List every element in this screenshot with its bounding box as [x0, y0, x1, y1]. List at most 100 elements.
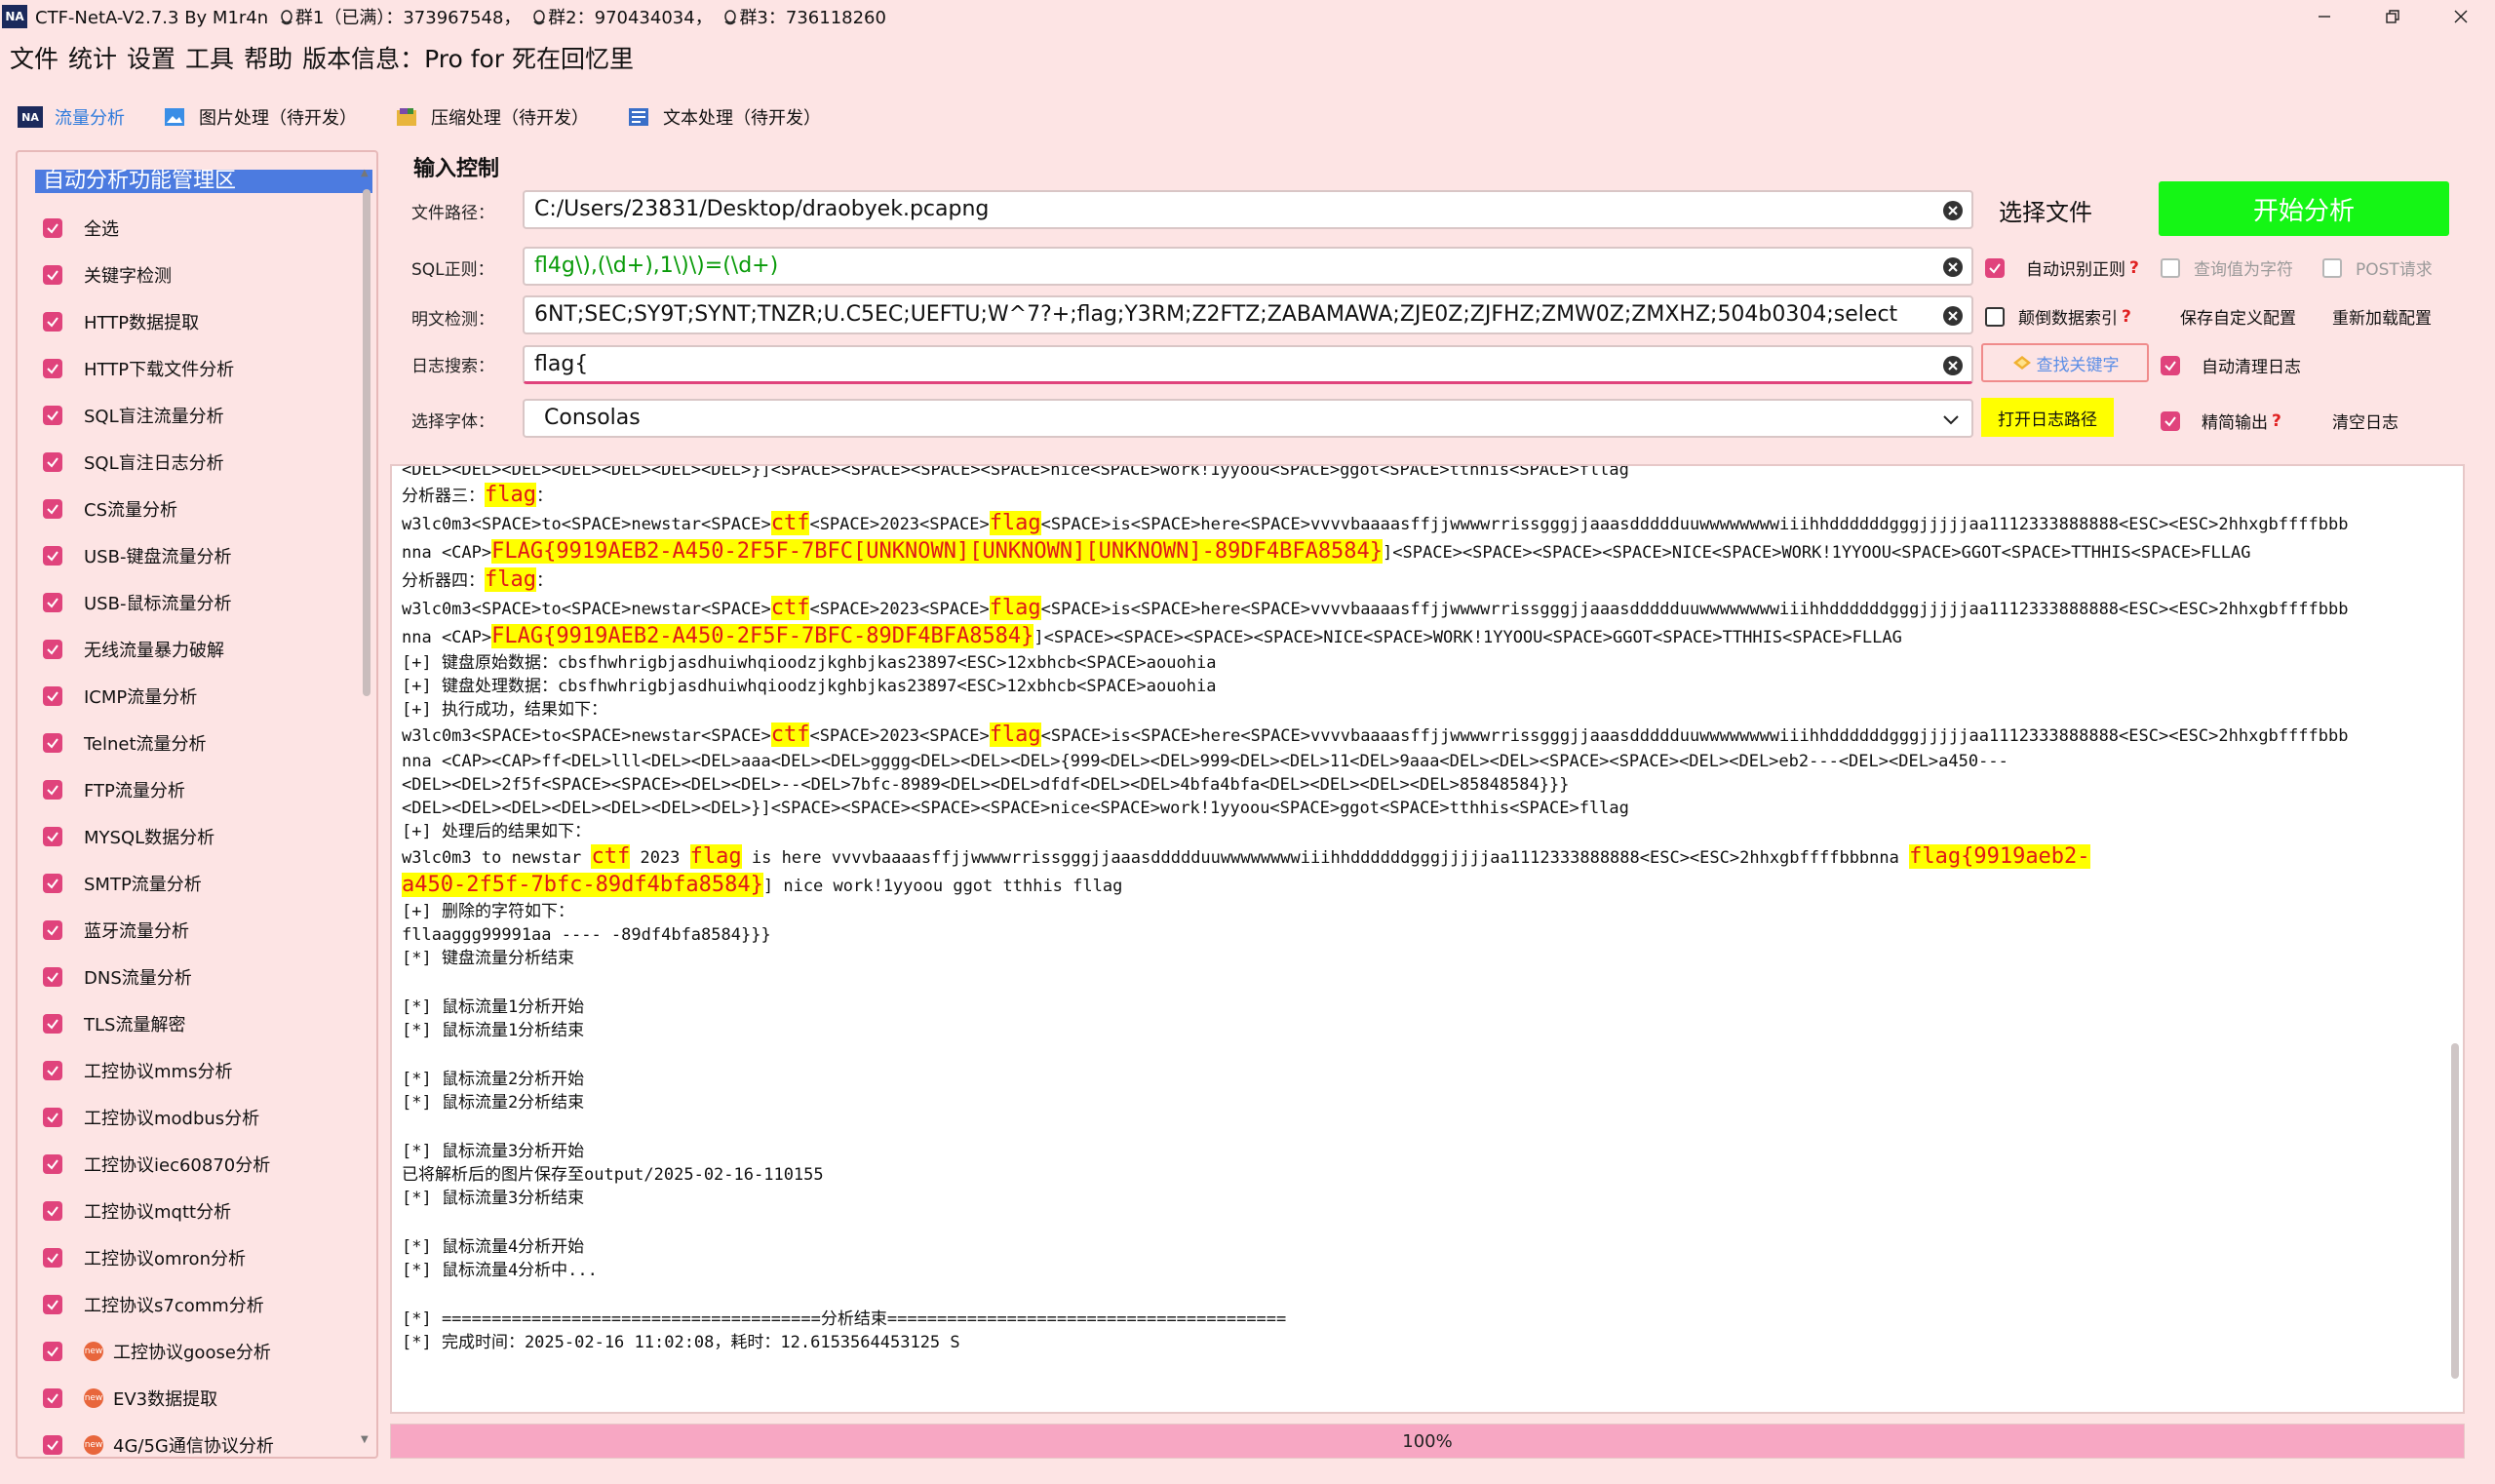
- checkbox-checked[interactable]: [43, 967, 62, 987]
- clear-icon[interactable]: [1942, 355, 1964, 376]
- sql-regex-input[interactable]: fl4g\),(\d+),1\)\)=(\d+): [523, 247, 1973, 286]
- concise-output-option[interactable]: 精简输出?: [2161, 409, 2281, 433]
- sidebar-item[interactable]: SQL盲注日志分析: [43, 439, 365, 486]
- sidebar-item[interactable]: new EV3数据提取: [43, 1375, 365, 1422]
- checkbox-checked[interactable]: [43, 1014, 62, 1034]
- checkbox-unchecked[interactable]: [2161, 257, 2180, 278]
- start-analysis-button[interactable]: 开始分析: [2159, 181, 2449, 236]
- find-keyword-button[interactable]: 查找关键字: [1981, 343, 2149, 382]
- sidebar-item[interactable]: HTTP数据提取: [43, 298, 365, 345]
- clear-icon[interactable]: [1942, 305, 1964, 327]
- checkbox-checked[interactable]: [2161, 410, 2180, 431]
- sidebar-item[interactable]: CS流量分析: [43, 486, 365, 532]
- checkbox-checked[interactable]: [43, 1388, 62, 1408]
- tab-compression[interactable]: 压缩处理（待开发）: [394, 104, 589, 130]
- sidebar-item[interactable]: Telnet流量分析: [43, 720, 365, 766]
- checkbox-checked[interactable]: [43, 1295, 62, 1314]
- checkbox-checked[interactable]: [43, 593, 62, 612]
- checkbox-checked[interactable]: [43, 920, 62, 940]
- sidebar-item[interactable]: 关键字检测: [43, 252, 365, 298]
- open-log-path-button[interactable]: 打开日志路径: [1981, 398, 2114, 437]
- log-output[interactable]: <DEL><DEL><DEL><DEL><DEL><DEL><DEL>}]<SP…: [390, 464, 2465, 1414]
- reverse-index-option[interactable]: 颠倒数据索引?: [1985, 304, 2131, 329]
- scroll-down-icon[interactable]: ▼: [361, 1434, 369, 1445]
- checkbox-checked[interactable]: [43, 312, 62, 332]
- file-path-input[interactable]: C:/Users/23831/Desktop/draobyek.pcapng: [523, 190, 1973, 229]
- sidebar-item[interactable]: USB-键盘流量分析: [43, 532, 365, 579]
- checkbox-checked[interactable]: [43, 218, 62, 238]
- close-button[interactable]: [2427, 0, 2495, 33]
- sidebar-item[interactable]: MYSQL数据分析: [43, 813, 365, 860]
- menu-file[interactable]: 文件: [10, 40, 58, 75]
- checkbox-checked[interactable]: [43, 1201, 62, 1221]
- sidebar-item[interactable]: new 4G/5G通信协议分析: [43, 1422, 365, 1468]
- sidebar-item[interactable]: HTTP下载文件分析: [43, 345, 365, 392]
- checkbox-checked[interactable]: [43, 406, 62, 425]
- log-scrollbar[interactable]: [2451, 470, 2459, 1408]
- sidebar-item[interactable]: 蓝牙流量分析: [43, 907, 365, 954]
- post-request-option[interactable]: POST请求: [2322, 255, 2433, 280]
- checkbox-checked[interactable]: [43, 499, 62, 519]
- save-config-button[interactable]: 保存自定义配置: [2180, 304, 2296, 329]
- sidebar-item[interactable]: 工控协议modbus分析: [43, 1094, 365, 1141]
- chevron-down-icon[interactable]: [1940, 409, 1962, 430]
- checkbox-checked[interactable]: [43, 780, 62, 800]
- sidebar-item[interactable]: 工控协议mqtt分析: [43, 1188, 365, 1234]
- clear-log-button[interactable]: 清空日志: [2332, 409, 2398, 433]
- checkbox-checked[interactable]: [43, 359, 62, 378]
- sidebar-item[interactable]: SMTP流量分析: [43, 860, 365, 907]
- tab-traffic-analysis[interactable]: NA 流量分析: [18, 104, 125, 130]
- sidebar-item[interactable]: FTP流量分析: [43, 766, 365, 813]
- sidebar-scrollbar[interactable]: ▲ ▼: [361, 168, 370, 1445]
- choose-file-button[interactable]: 选择文件: [1999, 193, 2092, 227]
- sidebar-item[interactable]: 工控协议mms分析: [43, 1047, 365, 1094]
- sidebar-item[interactable]: DNS流量分析: [43, 954, 365, 1000]
- sidebar-item[interactable]: SQL盲注流量分析: [43, 392, 365, 439]
- menu-version[interactable]: 版本信息：: [302, 40, 424, 75]
- checkbox-checked[interactable]: [43, 686, 62, 706]
- sidebar-item[interactable]: 工控协议iec60870分析: [43, 1141, 365, 1188]
- help-icon[interactable]: ?: [2122, 307, 2131, 327]
- sidebar-item[interactable]: ICMP流量分析: [43, 673, 365, 720]
- checkbox-checked[interactable]: [43, 1108, 62, 1127]
- checkbox-checked[interactable]: [43, 265, 62, 285]
- checkbox-checked[interactable]: [43, 1342, 62, 1361]
- tab-text-processing[interactable]: 文本处理（待开发）: [626, 104, 821, 130]
- checkbox-checked[interactable]: [43, 1248, 62, 1268]
- minimize-button[interactable]: [2290, 0, 2359, 33]
- scroll-up-icon[interactable]: ▲: [361, 168, 369, 178]
- checkbox-checked[interactable]: [43, 452, 62, 472]
- reload-config-button[interactable]: 重新加载配置: [2332, 304, 2432, 329]
- tab-image-processing[interactable]: 图片处理（待开发）: [162, 104, 357, 130]
- checkbox-checked[interactable]: [43, 1435, 62, 1455]
- checkbox-unchecked[interactable]: [1985, 306, 2005, 327]
- sidebar-item[interactable]: USB-鼠标流量分析: [43, 579, 365, 626]
- query-char-option[interactable]: 查询值为字符: [2161, 255, 2293, 280]
- sidebar-item[interactable]: 工控协议omron分析: [43, 1234, 365, 1281]
- menu-tools[interactable]: 工具: [185, 40, 234, 75]
- checkbox-unchecked[interactable]: [2322, 257, 2342, 278]
- help-icon[interactable]: ?: [2272, 411, 2281, 431]
- auto-regex-option[interactable]: 自动识别正则?: [1985, 255, 2139, 280]
- checkbox-checked[interactable]: [2161, 355, 2180, 375]
- checkbox-checked[interactable]: [43, 1154, 62, 1174]
- clear-icon[interactable]: [1942, 256, 1964, 278]
- checkbox-checked[interactable]: [1985, 257, 2005, 278]
- plaintext-input[interactable]: 6NT;SEC;SY9T;SYNT;TNZR;U.C5EC;UEFTU;W^7?…: [523, 295, 1973, 334]
- sidebar-item[interactable]: new 工控协议goose分析: [43, 1328, 365, 1375]
- checkbox-checked[interactable]: [43, 827, 62, 846]
- sidebar-item[interactable]: 工控协议s7comm分析: [43, 1281, 365, 1328]
- checkbox-checked[interactable]: [43, 546, 62, 566]
- checkbox-checked[interactable]: [43, 1061, 62, 1080]
- font-select[interactable]: Consolas: [523, 399, 1973, 438]
- sidebar-item[interactable]: 无线流量暴力破解: [43, 626, 365, 673]
- checkbox-checked[interactable]: [43, 640, 62, 659]
- restore-button[interactable]: [2359, 0, 2427, 33]
- checkbox-checked[interactable]: [43, 874, 62, 893]
- auto-clear-log-option[interactable]: 自动清理日志: [2161, 353, 2301, 377]
- checkbox-checked[interactable]: [43, 733, 62, 753]
- log-scroll-thumb[interactable]: [2451, 1043, 2459, 1379]
- sidebar-scroll-thumb[interactable]: [363, 189, 370, 696]
- help-icon[interactable]: ?: [2129, 258, 2139, 278]
- sidebar-item[interactable]: 全选: [43, 205, 365, 252]
